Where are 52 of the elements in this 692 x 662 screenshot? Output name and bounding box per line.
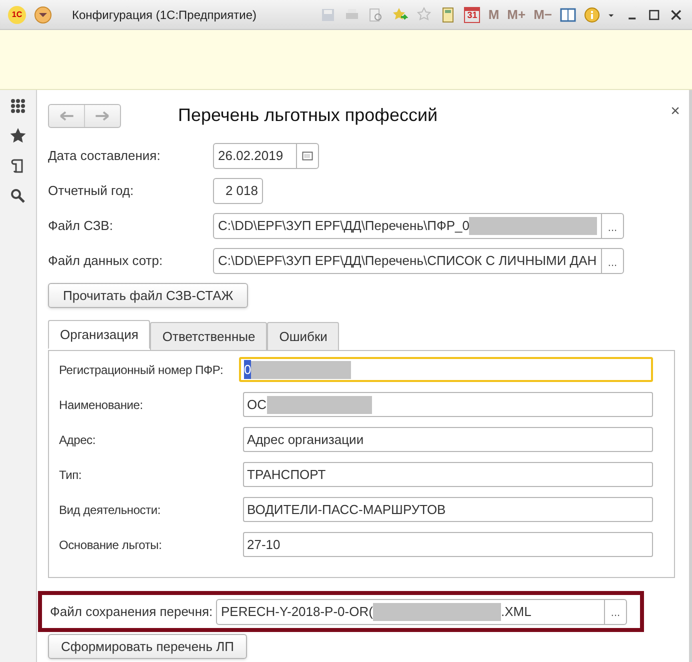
year-field[interactable]: 2 018 [213, 178, 263, 204]
tab[interactable]: Ответственные [150, 322, 268, 351]
field-label: Файл сохранения перечня: [50, 602, 214, 621]
window-title: Конфигурация (1С:Предприятие) [72, 6, 256, 24]
build-list-button[interactable]: Сформировать перечень ЛП [48, 634, 247, 659]
field-value: ВОДИТЕЛИ-ПАСС-МАРШРУТОВ [247, 500, 446, 519]
close-button[interactable]: × [670, 100, 680, 124]
field-label: Адрес: [59, 432, 96, 448]
star-arrow-icon[interactable] [392, 6, 408, 22]
text-field[interactable]: 0 [239, 357, 653, 382]
logo: 1С [8, 6, 26, 24]
browse-button[interactable]: ... [601, 214, 623, 238]
tab[interactable]: Ошибки [267, 322, 340, 351]
field-label: Файл СЗВ: [48, 217, 114, 236]
form-title: Перечень льготных профессий [178, 104, 438, 127]
calculator-icon[interactable] [440, 6, 456, 22]
field-value: ОС [247, 396, 266, 414]
panel-icon[interactable] [560, 6, 576, 22]
star-icon[interactable] [416, 6, 432, 22]
browse-button[interactable]: ... [601, 249, 623, 273]
text-field[interactable]: ТРАНСПОРТ [243, 462, 653, 487]
field-value: .XML [500, 602, 532, 621]
scroll-icon[interactable] [10, 158, 26, 174]
browse-button[interactable]: ... [604, 600, 626, 624]
path-field[interactable]: PERECH-Y-2018-P-0-OR( .XML [217, 602, 604, 622]
field-label: Файл данных сотр: [48, 252, 164, 270]
text-field[interactable]: ВОДИТЕЛИ-ПАСС-МАРШРУТОВ [243, 497, 653, 522]
grid-icon[interactable] [10, 98, 26, 114]
field-value: PERECH-Y-2018-P-0-OR( [221, 602, 373, 621]
path-field[interactable]: C:\DD\EPF\ЗУП EPF\ДД\Перечень\ПФР_0 [214, 216, 601, 236]
field-label: Основание льготы: [59, 536, 163, 554]
dropdown-icon[interactable] [34, 6, 52, 24]
text-field[interactable]: 27-10 [243, 532, 653, 557]
search-icon[interactable] [10, 188, 26, 204]
field-value: ТРАНСПОРТ [247, 466, 326, 484]
text-field[interactable]: ОС [243, 392, 653, 417]
field-label: Отчетный год: [48, 182, 135, 200]
star-icon[interactable] [10, 128, 26, 144]
field-value: 0 [244, 360, 252, 380]
field-value: Адрес организации [247, 430, 364, 449]
calendar-icon[interactable]: 31 [464, 6, 480, 22]
text-field[interactable]: Адрес организации [243, 427, 653, 452]
field-label: Дата составления: [48, 147, 162, 166]
tab[interactable]: Организация [48, 320, 150, 349]
info-icon[interactable] [584, 6, 600, 22]
read-file-button[interactable]: Прочитать файл СЗВ-СТАЖ [48, 283, 248, 308]
field-label: Вид деятельности: [59, 502, 162, 518]
field-value: C:\DD\EPF\ЗУП EPF\ДД\Перечень\ПФР_0 [218, 217, 470, 236]
field-label: Наименование: [59, 396, 144, 414]
field-label: Регистрационный номер ПФР: [59, 362, 224, 378]
field-value: 27-10 [247, 536, 280, 554]
field-label: Тип: [59, 466, 83, 484]
